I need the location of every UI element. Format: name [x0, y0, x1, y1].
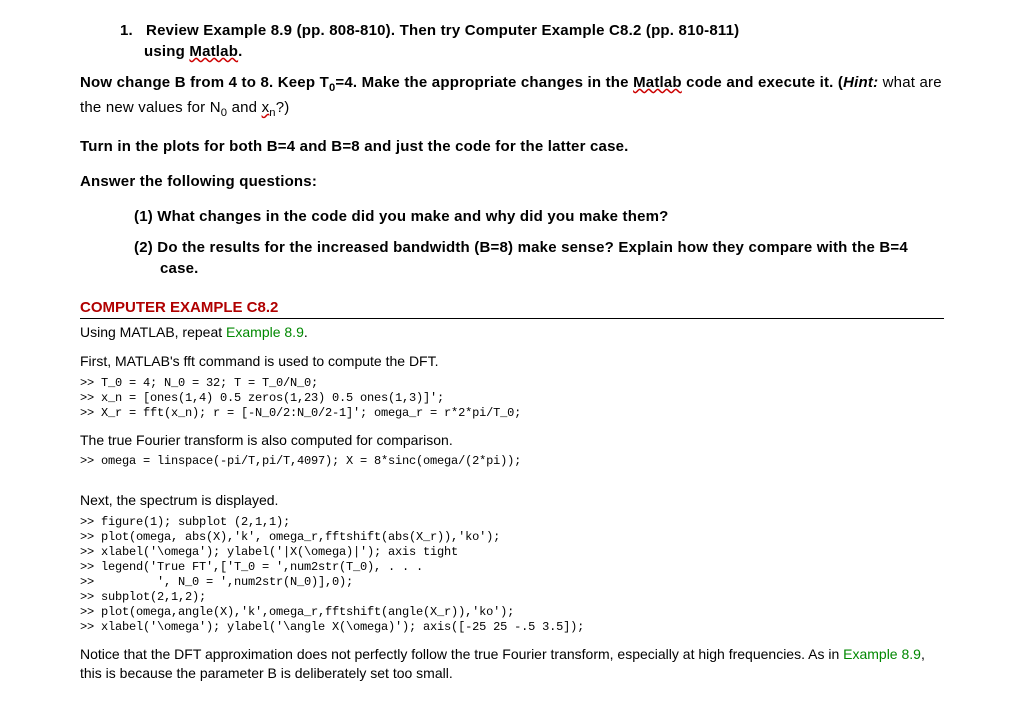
xn-symbol: xn	[262, 99, 276, 116]
text-spectrum: Next, the spectrum is displayed.	[80, 491, 944, 511]
text-fft: First, MATLAB's fft command is used to c…	[80, 352, 944, 372]
subline-b: .	[304, 324, 308, 340]
question-1: (1) What changes in the code did you mak…	[134, 206, 944, 227]
subline-a: Using MATLAB, repeat	[80, 324, 226, 340]
divider	[80, 318, 944, 319]
problem-item-1: 1. Review Example 8.9 (pp. 808-810). The…	[120, 20, 944, 62]
code-block-1: >> T_0 = 4; N_0 = 32; T = T_0/N_0; >> x_…	[80, 376, 944, 421]
paragraph-turnin: Turn in the plots for both B=4 and B=8 a…	[80, 136, 944, 157]
p2-b: =4. Make the appropriate changes in the	[335, 74, 633, 91]
p2-f: ?)	[276, 99, 290, 116]
p2-hint: Hint:	[843, 74, 878, 91]
item1-textB: using	[144, 43, 189, 60]
example-89-link-2: Example 8.9	[843, 646, 921, 662]
paragraph-change-b: Now change B from 4 to 8. Keep T0=4. Mak…	[80, 72, 944, 122]
p2-a: Now change B from 4 to 8. Keep T	[80, 74, 329, 91]
subline: Using MATLAB, repeat Example 8.9.	[80, 323, 944, 343]
paragraph-answer: Answer the following questions:	[80, 171, 944, 192]
code-block-2: >> omega = linspace(-pi/T,pi/T,4097); X …	[80, 454, 944, 469]
item1-textA: Review Example 8.9 (pp. 808-810). Then t…	[146, 22, 739, 39]
example-89-link: Example 8.9	[226, 324, 304, 340]
code-block-3: >> figure(1); subplot (2,1,1); >> plot(o…	[80, 515, 944, 635]
question-2: (2) Do the results for the increased ban…	[134, 237, 944, 279]
item1-dot: .	[238, 43, 242, 60]
matlab-word-2: Matlab	[633, 74, 682, 91]
matlab-word-1: Matlab	[189, 43, 238, 60]
item1-num: 1.	[120, 22, 133, 39]
text-true-ft: The true Fourier transform is also compu…	[80, 431, 944, 451]
notice-a: Notice that the DFT approximation does n…	[80, 646, 843, 662]
p2-e: and	[227, 99, 261, 116]
notice-paragraph: Notice that the DFT approximation does n…	[80, 645, 944, 684]
section-head: COMPUTER EXAMPLE C8.2	[80, 297, 944, 318]
p2-c: code and execute it. (	[682, 74, 843, 91]
